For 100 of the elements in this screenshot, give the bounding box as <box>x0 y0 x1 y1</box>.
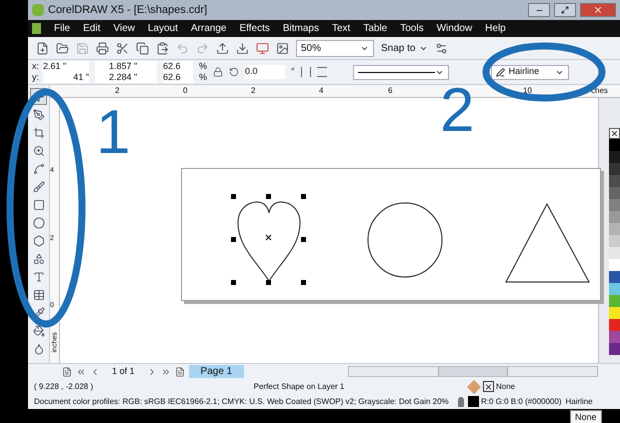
polygon-icon <box>32 234 44 246</box>
document-icon <box>32 23 41 34</box>
ruler-label: 10 <box>523 85 532 97</box>
menu-item[interactable]: Layout <box>148 21 178 36</box>
copy-icon[interactable] <box>136 42 149 54</box>
color-swatch[interactable] <box>608 331 620 343</box>
selection-handles[interactable] <box>231 194 307 286</box>
new-file-icon[interactable] <box>36 42 49 54</box>
menu-item[interactable]: Table <box>363 21 388 36</box>
add-page-icon[interactable] <box>174 366 185 376</box>
color-swatch[interactable] <box>608 259 620 271</box>
rotation-field[interactable]: 0.0 <box>245 65 286 79</box>
color-swatch[interactable] <box>608 343 620 355</box>
no-color-swatch[interactable] <box>608 128 620 139</box>
snap-to-dropdown[interactable]: Snap to <box>381 40 428 56</box>
zoom-icon <box>32 144 44 156</box>
color-swatch[interactable] <box>608 235 620 247</box>
print-icon[interactable] <box>96 42 109 54</box>
page-tab[interactable]: Page 1 <box>188 365 244 378</box>
outline-pen-icon <box>458 396 464 406</box>
paste-icon[interactable] <box>156 42 169 54</box>
fill-icon <box>466 379 482 394</box>
page-counter: 1 of 1 <box>111 364 136 378</box>
app-logo-icon <box>32 4 44 16</box>
rectangle-icon <box>32 198 44 210</box>
color-swatch[interactable] <box>608 211 620 223</box>
menu-item[interactable]: Bitmaps <box>282 21 319 36</box>
color-swatch[interactable] <box>608 283 620 295</box>
ruler-label: 2 <box>115 85 120 97</box>
menu-item[interactable]: File <box>54 21 70 36</box>
outline-width-dropdown[interactable]: Hairline <box>490 64 569 80</box>
color-swatch[interactable] <box>608 151 620 163</box>
menu-item[interactable]: View <box>113 21 135 36</box>
outline-color-swatch <box>468 396 479 407</box>
x-position-field[interactable]: 2.61 " <box>43 61 90 72</box>
color-swatch[interactable] <box>608 295 620 307</box>
color-swatch[interactable] <box>608 223 620 235</box>
menu-item[interactable]: Window <box>436 21 472 36</box>
object-info: Perfect Shape on Layer 1 <box>252 380 346 392</box>
table-icon <box>32 288 44 300</box>
horizontal-scrollbar[interactable] <box>348 366 598 377</box>
color-swatch[interactable] <box>608 163 620 175</box>
field-label: y: <box>32 72 40 83</box>
ruler-label: 0 <box>183 85 188 97</box>
window-title: CorelDRAW X5 - [E:\shapes.cdr] <box>48 2 208 18</box>
outline-color-text: R:0 G:0 B:0 (#000000) <box>481 396 562 408</box>
color-profiles-text: Document color profiles: RGB: sRGB IEC61966-2.1; CMYK: U.S. Web Coated (SWOP) v2; Grayscale: Dot Gain 20% <box>34 396 450 408</box>
export-icon[interactable] <box>236 42 249 54</box>
droplet-icon <box>32 342 44 354</box>
ellipse-icon <box>32 216 44 228</box>
circle-shape[interactable] <box>367 202 443 278</box>
minimize-button[interactable] <box>528 3 550 17</box>
cursor-coordinates: ( 9.228 , -2.028 ) <box>34 380 94 392</box>
annotation-number: 2 <box>440 80 474 142</box>
color-swatch[interactable] <box>608 187 620 199</box>
rotate-icon[interactable] <box>229 67 240 77</box>
color-swatch[interactable] <box>608 319 620 331</box>
add-page-icon[interactable] <box>62 366 72 376</box>
options-icon[interactable] <box>435 42 448 54</box>
color-swatch[interactable] <box>608 139 620 151</box>
color-swatch[interactable] <box>608 175 620 187</box>
color-swatch[interactable] <box>608 199 620 211</box>
percent-sign: % <box>199 72 208 83</box>
folder-icon[interactable] <box>56 42 69 54</box>
last-page-icon[interactable] <box>160 366 171 376</box>
close-icon <box>593 5 603 15</box>
percent-sign: % <box>199 61 208 72</box>
cut-icon[interactable] <box>116 42 129 54</box>
scale-y-field[interactable]: 62.6 <box>163 72 194 83</box>
menu-item[interactable]: Arrange <box>190 21 226 36</box>
heart-shape[interactable] <box>236 201 302 283</box>
menu-item[interactable]: Edit <box>83 21 100 36</box>
menu-item[interactable]: Effects <box>239 21 270 36</box>
first-page-icon[interactable] <box>76 366 86 376</box>
color-swatch[interactable] <box>608 307 620 319</box>
menu-item[interactable]: Tools <box>400 21 424 36</box>
color-swatch[interactable] <box>608 247 620 259</box>
scale-x-field[interactable]: 62.6 <box>163 61 194 72</box>
import-icon[interactable] <box>216 42 229 54</box>
ruler-label: 6 <box>388 85 392 97</box>
ruler-label: 4 <box>319 85 324 97</box>
y-position-field[interactable]: 41 " <box>43 72 90 83</box>
annotation-number: 1 <box>96 102 130 164</box>
width-field[interactable]: 1.857 " <box>95 61 158 72</box>
pen-nib-icon <box>32 108 44 120</box>
curve-icon <box>32 162 44 174</box>
menu-item[interactable]: Help <box>485 21 506 36</box>
line-style-dropdown[interactable] <box>352 64 449 80</box>
height-field[interactable]: 2.284 " <box>95 72 158 83</box>
crop-icon <box>32 126 44 138</box>
no-fill-icon <box>483 381 494 392</box>
paint-bucket-icon <box>32 324 44 336</box>
zoom-level-dropdown[interactable]: 50% <box>296 40 374 56</box>
menu-item[interactable]: Text <box>332 21 350 36</box>
maximize-button[interactable] <box>554 3 576 17</box>
lock-icon[interactable] <box>213 67 224 77</box>
color-swatch[interactable] <box>608 271 620 283</box>
outline-width-text: Hairline <box>566 396 593 408</box>
tooltip: None <box>570 410 602 423</box>
triangle-shape[interactable] <box>505 203 590 283</box>
